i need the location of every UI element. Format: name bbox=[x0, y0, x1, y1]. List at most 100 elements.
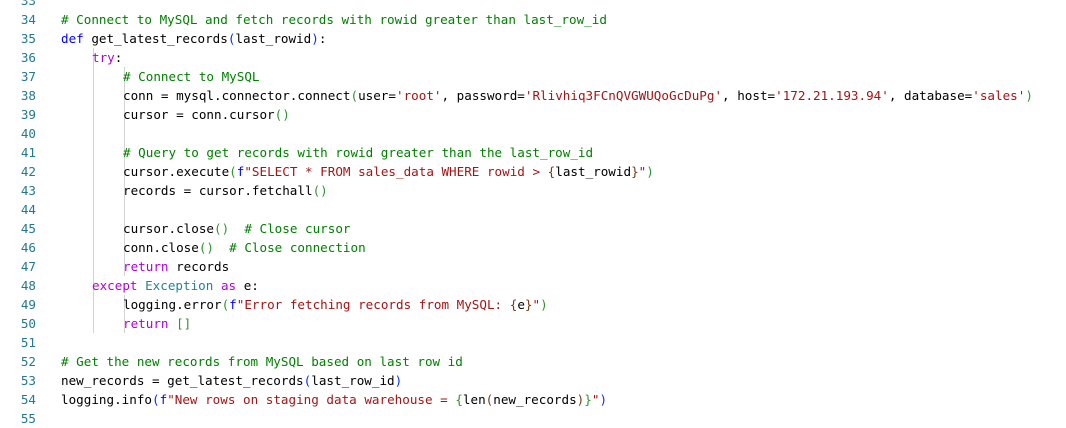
code-token: 'root' bbox=[395, 88, 442, 103]
code-token: 'sales' bbox=[972, 88, 1026, 103]
code-line[interactable]: 55 bbox=[0, 409, 1066, 428]
code-line[interactable]: 34 # Connect to MySQL and fetch records w… bbox=[0, 10, 1066, 29]
code-line[interactable]: 49 logging.error(f"Error fetching records… bbox=[0, 295, 1066, 314]
code-token: cursor = conn.cursor bbox=[123, 107, 275, 122]
line-number: 34 bbox=[20, 12, 36, 27]
code-token: except bbox=[92, 278, 138, 293]
line-number: 42 bbox=[20, 164, 36, 179]
code-line[interactable]: 48 except Exception as e: bbox=[0, 276, 1066, 295]
code-token: () bbox=[274, 107, 290, 122]
code-text: # Get the new records from MySQL based o… bbox=[61, 352, 463, 371]
indent-guide bbox=[93, 143, 94, 162]
code-line[interactable]: 37 # Connect to MySQL bbox=[0, 67, 1066, 86]
code-line[interactable]: 35 def get_latest_records(last_rowid): bbox=[0, 29, 1066, 48]
code-token: user= bbox=[358, 88, 396, 103]
code-token: # Query to get records with rowid greate… bbox=[123, 145, 594, 160]
line-number: 48 bbox=[20, 278, 36, 293]
code-line[interactable]: 44 bbox=[0, 200, 1066, 219]
code-token: # Connect to MySQL bbox=[123, 69, 260, 84]
code-token: conn = mysql.connector.connect bbox=[123, 88, 351, 103]
line-number: 49 bbox=[20, 297, 36, 312]
line-number: 51 bbox=[20, 335, 36, 350]
line-number: 47 bbox=[20, 259, 36, 274]
code-line[interactable]: 54 logging.info(f"New rows on staging dat… bbox=[0, 390, 1066, 409]
code-line[interactable]: 52 # Get the new records from MySQL based… bbox=[0, 352, 1066, 371]
line-number: 45 bbox=[20, 221, 36, 236]
indent-guide bbox=[93, 67, 94, 86]
code-token: ( bbox=[350, 88, 359, 103]
code-line[interactable]: 38 conn = mysql.connector.connect(user='r… bbox=[0, 86, 1066, 105]
code-token: ( bbox=[152, 392, 160, 407]
code-token: new_records bbox=[493, 392, 577, 407]
code-text: conn.close() # Close connection bbox=[123, 238, 366, 257]
code-token: last_rowid bbox=[235, 31, 312, 46]
code-token: , database= bbox=[888, 88, 973, 103]
code-token: cursor.close bbox=[123, 221, 214, 236]
code-token: return bbox=[123, 259, 169, 274]
code-token: 'Rlivhiq3FCnQVGWUQoGcDuPg' bbox=[524, 88, 723, 103]
code-text: def get_latest_records(last_rowid): bbox=[61, 29, 326, 48]
code-text: # Query to get records with rowid greate… bbox=[123, 143, 593, 162]
code-token: "New rows on staging data warehouse = bbox=[167, 392, 456, 407]
line-number: 52 bbox=[20, 354, 36, 369]
indent-guide bbox=[93, 295, 94, 314]
indent-guide bbox=[93, 181, 94, 200]
code-token: "SELECT * FROM sales_data WHERE rowid > bbox=[244, 164, 548, 179]
code-token: e: bbox=[236, 278, 259, 293]
code-line[interactable]: 45 cursor.close() # Close cursor bbox=[0, 219, 1066, 238]
code-token: '172.21.193.94' bbox=[775, 88, 889, 103]
code-token: " bbox=[532, 297, 541, 312]
indent-guide bbox=[93, 105, 94, 124]
code-line[interactable]: 42 cursor.execute(f"SELECT * FROM sales_d… bbox=[0, 162, 1066, 181]
code-token: try bbox=[92, 50, 115, 65]
code-text: records = cursor.fetchall() bbox=[123, 181, 328, 200]
code-editor[interactable]: 33 34 # Connect to MySQL and fetch records… bbox=[0, 0, 1066, 428]
code-line[interactable]: 36 try: bbox=[0, 48, 1066, 67]
code-token: () bbox=[198, 240, 214, 255]
code-text: try: bbox=[92, 48, 122, 67]
code-text: cursor = conn.cursor() bbox=[123, 105, 290, 124]
code-line[interactable]: 47 return records bbox=[0, 257, 1066, 276]
code-token: ( bbox=[229, 164, 237, 179]
code-line[interactable]: 40 bbox=[0, 124, 1066, 143]
code-token: ) bbox=[1025, 88, 1033, 103]
code-line[interactable]: 39 cursor = conn.cursor() bbox=[0, 105, 1066, 124]
line-number: 46 bbox=[20, 240, 36, 255]
indent-guide bbox=[93, 257, 94, 276]
code-token: "Error fetching records from MySQL: bbox=[236, 297, 510, 312]
line-number: 36 bbox=[20, 50, 36, 65]
code-line[interactable]: 46 conn.close() # Close connection bbox=[0, 238, 1066, 257]
code-token: last_rowid bbox=[555, 164, 632, 179]
line-number: 41 bbox=[20, 145, 36, 160]
code-token: records bbox=[168, 259, 230, 274]
line-number: 43 bbox=[20, 183, 36, 198]
code-text: cursor.execute(f"SELECT * FROM sales_dat… bbox=[123, 162, 654, 181]
code-token: get_latest_records bbox=[83, 31, 228, 46]
code-line[interactable]: 50 return [] bbox=[0, 314, 1066, 333]
code-line[interactable]: 41 # Query to get records with rowid grea… bbox=[0, 143, 1066, 162]
code-token: } bbox=[584, 392, 592, 407]
code-token: : bbox=[318, 31, 327, 46]
code-text: cursor.close() # Close cursor bbox=[123, 219, 351, 238]
code-token: ) bbox=[394, 373, 403, 388]
indent-guide bbox=[93, 238, 94, 257]
line-number: 50 bbox=[20, 316, 36, 331]
code-line[interactable]: 43 records = cursor.fetchall() bbox=[0, 181, 1066, 200]
code-line[interactable]: 53 new_records = get_latest_records(last_… bbox=[0, 371, 1066, 390]
code-token: ) bbox=[540, 297, 548, 312]
indent-guide bbox=[93, 162, 94, 181]
code-token: Exception bbox=[145, 278, 214, 293]
code-token: { bbox=[455, 392, 463, 407]
code-token: # Close cursor bbox=[244, 221, 351, 236]
code-line[interactable]: 51 bbox=[0, 333, 1066, 352]
line-number: 39 bbox=[20, 107, 36, 122]
line-number: 44 bbox=[20, 202, 36, 217]
code-token: records = cursor.fetchall bbox=[123, 183, 313, 198]
code-line[interactable]: 33 bbox=[0, 0, 1066, 10]
code-token: last_row_id bbox=[311, 373, 395, 388]
code-text: return records bbox=[123, 257, 229, 276]
code-text: # Connect to MySQL bbox=[123, 67, 259, 86]
